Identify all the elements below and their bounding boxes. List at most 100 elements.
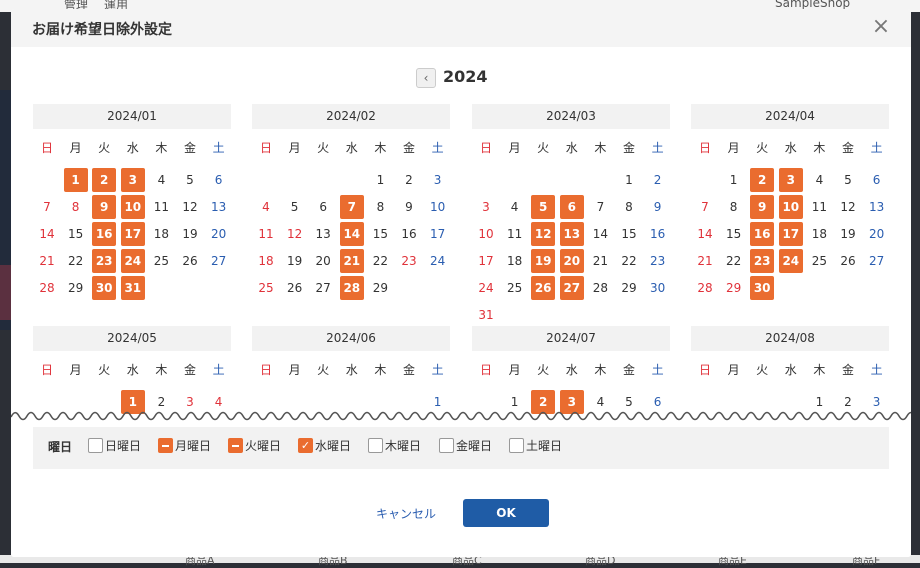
calendar-day[interactable]: 16 xyxy=(92,222,117,246)
calendar-day[interactable]: 20 xyxy=(207,222,231,246)
calendar-day[interactable]: 16 xyxy=(397,222,421,246)
calendar-day[interactable]: 20 xyxy=(865,222,889,246)
calendar-day[interactable]: 22 xyxy=(64,249,88,273)
calendar-day[interactable]: 18 xyxy=(149,222,173,246)
close-icon[interactable]: × xyxy=(869,15,893,39)
calendar-day[interactable]: 13 xyxy=(559,222,584,246)
calendar-day[interactable]: 12 xyxy=(836,195,860,219)
checkbox[interactable]: ✓ xyxy=(298,438,313,453)
checkbox[interactable] xyxy=(368,438,383,453)
calendar-day[interactable]: 19 xyxy=(531,249,556,273)
calendar-day[interactable]: 8 xyxy=(64,195,88,219)
calendar-day[interactable]: 6 xyxy=(559,195,584,219)
calendar-day[interactable]: 7 xyxy=(588,195,612,219)
calendar-day[interactable]: 14 xyxy=(693,222,717,246)
calendar-day[interactable]: 7 xyxy=(693,195,717,219)
calendar-day[interactable]: 27 xyxy=(559,276,584,300)
calendar-day[interactable]: 27 xyxy=(865,249,889,273)
calendar-day[interactable]: 2 xyxy=(750,168,775,192)
calendar-day[interactable]: 23 xyxy=(750,249,775,273)
calendar-day[interactable]: 28 xyxy=(588,276,612,300)
calendar-day[interactable]: 16 xyxy=(646,222,670,246)
calendar-day[interactable]: 29 xyxy=(64,276,88,300)
calendar-day[interactable]: 4 xyxy=(503,195,527,219)
calendar-day[interactable]: 28 xyxy=(35,276,59,300)
calendar-day[interactable]: 15 xyxy=(64,222,88,246)
calendar-day[interactable]: 11 xyxy=(807,195,831,219)
calendar-day[interactable]: 12 xyxy=(178,195,202,219)
calendar-day[interactable]: 23 xyxy=(92,249,117,273)
calendar-day[interactable]: 8 xyxy=(368,195,392,219)
calendar-day[interactable]: 12 xyxy=(283,222,307,246)
calendar-day[interactable]: 30 xyxy=(750,276,775,300)
calendar-day[interactable]: 25 xyxy=(503,276,527,300)
calendar-day[interactable]: 21 xyxy=(339,249,364,273)
checkbox[interactable] xyxy=(509,438,524,453)
calendar-day[interactable]: 24 xyxy=(120,249,145,273)
calendar-day[interactable]: 12 xyxy=(531,222,556,246)
calendar-day[interactable]: 30 xyxy=(646,276,670,300)
checkbox[interactable] xyxy=(88,438,103,453)
calendar-day[interactable]: 3 xyxy=(778,168,803,192)
calendar-day[interactable]: 22 xyxy=(722,249,746,273)
calendar-day[interactable]: 17 xyxy=(426,222,450,246)
calendar-day[interactable]: 5 xyxy=(531,195,556,219)
calendar-day[interactable]: 9 xyxy=(397,195,421,219)
calendar-day[interactable]: 20 xyxy=(311,249,335,273)
calendar-day[interactable]: 23 xyxy=(646,249,670,273)
calendar-day[interactable]: 15 xyxy=(722,222,746,246)
calendar-day[interactable]: 14 xyxy=(339,222,364,246)
calendar-day[interactable]: 5 xyxy=(178,168,202,192)
calendar-day[interactable]: 28 xyxy=(339,276,364,300)
calendar-day[interactable]: 7 xyxy=(339,195,364,219)
calendar-day[interactable]: 9 xyxy=(750,195,775,219)
calendar-day[interactable]: 10 xyxy=(474,222,498,246)
calendar-day[interactable]: 25 xyxy=(149,249,173,273)
calendar-day[interactable]: 29 xyxy=(368,276,392,300)
calendar-day[interactable]: 10 xyxy=(426,195,450,219)
calendar-day[interactable]: 2 xyxy=(646,168,670,192)
calendar-day[interactable]: 28 xyxy=(693,276,717,300)
calendar-day[interactable]: 31 xyxy=(474,303,498,327)
calendar-day[interactable]: 25 xyxy=(254,276,278,300)
calendar-day[interactable]: 19 xyxy=(836,222,860,246)
calendar-day[interactable]: 4 xyxy=(807,168,831,192)
calendar-day[interactable]: 21 xyxy=(693,249,717,273)
calendar-day[interactable]: 31 xyxy=(120,276,145,300)
calendar-day[interactable]: 9 xyxy=(92,195,117,219)
calendar-day[interactable]: 29 xyxy=(617,276,641,300)
calendar-day[interactable]: 24 xyxy=(426,249,450,273)
calendar-day[interactable]: 11 xyxy=(254,222,278,246)
calendar-day[interactable]: 21 xyxy=(35,249,59,273)
calendar-day[interactable]: 26 xyxy=(531,276,556,300)
calendar-day[interactable]: 4 xyxy=(254,195,278,219)
calendar-day[interactable]: 21 xyxy=(588,249,612,273)
calendar-day[interactable]: 15 xyxy=(617,222,641,246)
calendar-day[interactable]: 6 xyxy=(311,195,335,219)
calendar-day[interactable]: 19 xyxy=(283,249,307,273)
calendar-day[interactable]: 3 xyxy=(474,195,498,219)
calendar-day[interactable]: 23 xyxy=(397,249,421,273)
calendar-day[interactable]: 13 xyxy=(207,195,231,219)
calendar-day[interactable]: 5 xyxy=(283,195,307,219)
calendar-day[interactable]: 9 xyxy=(646,195,670,219)
calendar-day[interactable]: 13 xyxy=(311,222,335,246)
calendar-day[interactable]: 15 xyxy=(368,222,392,246)
calendar-day[interactable]: 25 xyxy=(807,249,831,273)
calendar-day[interactable]: 17 xyxy=(778,222,803,246)
calendar-day[interactable]: 18 xyxy=(254,249,278,273)
calendar-day[interactable]: 8 xyxy=(722,195,746,219)
ok-button[interactable]: OK xyxy=(463,499,549,527)
calendar-day[interactable]: 27 xyxy=(207,249,231,273)
calendar-day[interactable]: 11 xyxy=(149,195,173,219)
calendar-day[interactable]: 26 xyxy=(283,276,307,300)
calendar-day[interactable]: 22 xyxy=(617,249,641,273)
calendar-day[interactable]: 1 xyxy=(722,168,746,192)
calendar-day[interactable]: 2 xyxy=(92,168,117,192)
calendar-day[interactable]: 6 xyxy=(865,168,889,192)
calendar-day[interactable]: 1 xyxy=(63,168,88,192)
calendar-day[interactable]: 24 xyxy=(474,276,498,300)
calendar-day[interactable]: 7 xyxy=(35,195,59,219)
calendar-day[interactable]: 2 xyxy=(397,168,421,192)
calendar-day[interactable]: 19 xyxy=(178,222,202,246)
